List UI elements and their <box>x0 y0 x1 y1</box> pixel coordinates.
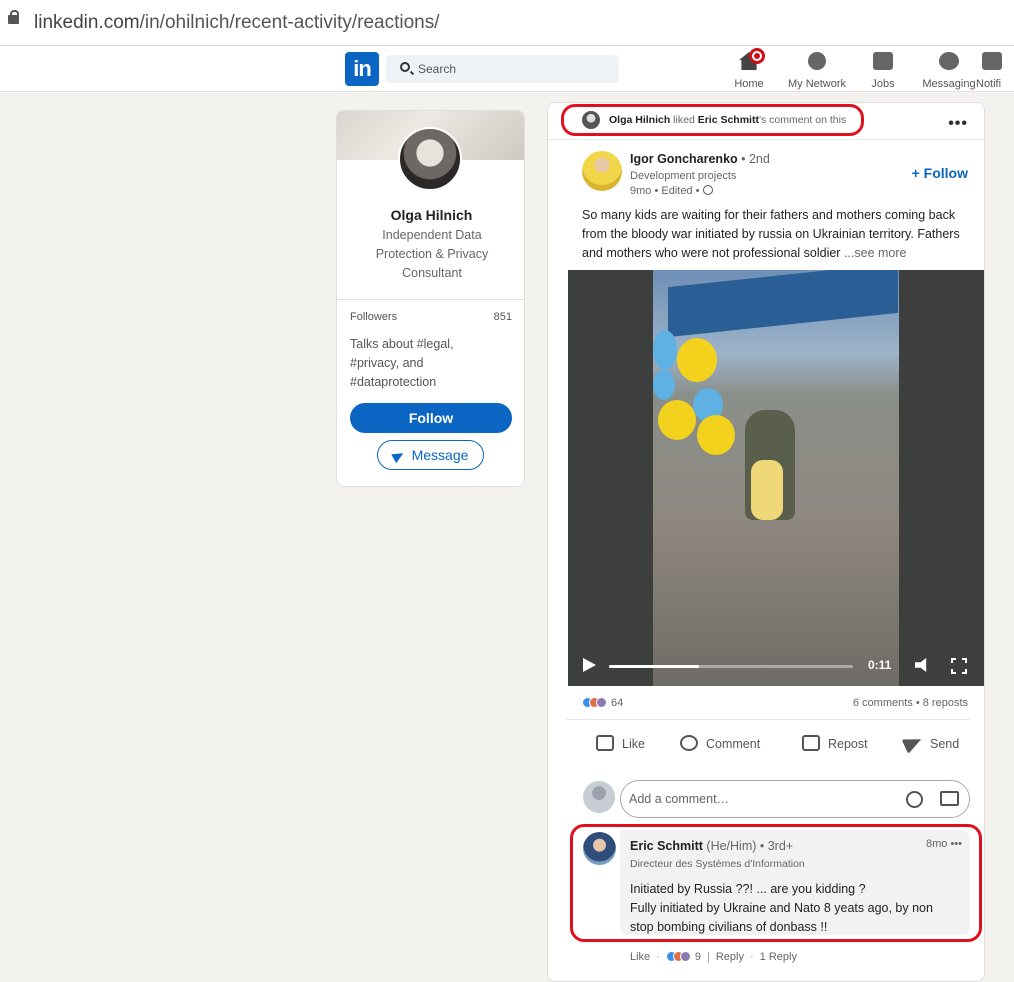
network-icon <box>808 52 826 70</box>
nav-jobs[interactable]: Jobs <box>848 50 918 92</box>
search-input[interactable]: Search <box>386 55 619 83</box>
talks-about: Talks about #legal, #privacy, and #datap… <box>350 337 454 389</box>
repost-label: Repost <box>828 737 868 751</box>
balloon-shape <box>677 338 717 382</box>
post-video[interactable]: 0:11 <box>568 270 984 686</box>
comment-icon <box>680 735 698 751</box>
thumbs-up-icon <box>596 735 614 751</box>
comment-button[interactable]: Comment <box>680 735 760 751</box>
profile-card: Olga Hilnich Independent Data Protection… <box>336 110 525 487</box>
comment-repost-counts[interactable]: 6 comments • 8 reposts <box>853 697 968 709</box>
top-nav: in Search Home My Network Jobs Messaging… <box>0 46 1014 92</box>
balloon-shape <box>653 370 675 400</box>
video-scene <box>668 270 898 338</box>
balloon-shape <box>658 400 696 440</box>
comment-like-count: 9 <box>694 951 701 963</box>
support-reaction-icon <box>679 951 691 962</box>
comment-label: Comment <box>706 737 761 751</box>
video-controls: 0:11 <box>568 646 984 686</box>
balloon-shape <box>697 415 735 455</box>
nav-jobs-label: Jobs <box>871 78 895 90</box>
browser-url-bar[interactable]: linkedin.com/in/ohilnich/recent-activity… <box>0 0 1014 46</box>
fullscreen-icon[interactable] <box>950 657 968 675</box>
nav-network-label: My Network <box>787 78 847 90</box>
emoji-icon[interactable] <box>906 791 923 808</box>
profile-name[interactable]: Olga Hilnich <box>337 207 524 223</box>
author-subtitle: Development projects <box>630 170 737 182</box>
post-actions: Like Comment Repost Send <box>548 731 984 759</box>
send-label: Send <box>930 737 960 751</box>
repost-icon <box>802 735 820 751</box>
video-frame <box>653 270 899 686</box>
search-placeholder: Search <box>418 62 457 76</box>
play-icon[interactable] <box>583 658 596 672</box>
nav-notifications[interactable]: Notifi <box>976 50 1014 92</box>
send-button[interactable]: Send <box>901 731 960 755</box>
post-author[interactable]: Igor Goncharenko • 2nd <box>630 152 770 166</box>
follow-author-button[interactable]: + Follow <box>912 165 968 181</box>
like-label: Like <box>622 737 645 751</box>
nav-home-label: Home <box>734 78 764 90</box>
home-notification-badge <box>749 48 765 64</box>
message-button[interactable]: Message <box>377 440 484 470</box>
profile-avatar[interactable] <box>398 127 462 191</box>
messaging-icon <box>939 52 959 70</box>
lock-icon <box>8 10 19 24</box>
support-reaction-icon <box>596 697 607 708</box>
followers-label: Followers <box>350 311 398 323</box>
search-icon <box>400 62 410 72</box>
mute-icon[interactable] <box>915 658 927 672</box>
post-text: So many kids are waiting for their fathe… <box>582 206 974 263</box>
comment-input[interactable]: Add a comment… <box>620 780 970 818</box>
globe-icon <box>702 185 713 195</box>
send-icon <box>901 731 925 755</box>
url-path: /in/ohilnich/recent-activity/reactions/ <box>139 12 440 33</box>
repost-button[interactable]: Repost <box>802 735 868 751</box>
comment-footer: Like · 9 | Reply · 1 Reply <box>630 951 797 963</box>
video-progress-fill <box>609 665 700 668</box>
comment-reply-button[interactable]: Reply <box>716 951 744 963</box>
divider <box>548 139 984 140</box>
comment-placeholder: Add a comment… <box>629 792 730 806</box>
comment-like-button[interactable]: Like <box>630 951 650 963</box>
reaction-summary[interactable]: 64 <box>582 697 623 709</box>
author-name: Igor Goncharenko <box>630 152 738 166</box>
video-child <box>751 460 783 520</box>
author-avatar[interactable] <box>582 151 622 191</box>
image-icon[interactable] <box>940 791 959 806</box>
post-time: 9mo • Edited • <box>630 185 703 197</box>
followers-count: 851 <box>493 311 512 323</box>
jobs-icon <box>873 52 893 70</box>
balloon-shape <box>653 330 677 370</box>
url-host: linkedin.com <box>34 12 140 33</box>
post-meta: 9mo • Edited • <box>630 185 713 197</box>
comment-replies-link[interactable]: 1 Reply <box>760 951 797 963</box>
nav-messaging[interactable]: Messaging <box>914 50 984 92</box>
profile-headline: Independent Data Protection & Privacy Co… <box>375 228 489 280</box>
message-label: Message <box>411 447 469 463</box>
nav-messaging-label: Messaging <box>922 78 976 90</box>
notifications-icon <box>982 52 1002 70</box>
author-degree: • 2nd <box>737 152 770 166</box>
video-time: 0:11 <box>868 658 892 672</box>
video-progress[interactable] <box>609 665 853 668</box>
reaction-count: 64 <box>611 697 624 709</box>
like-button[interactable]: Like <box>596 735 645 751</box>
profile-divider <box>337 299 524 300</box>
see-more-link[interactable]: ...see more <box>844 246 907 260</box>
linkedin-logo[interactable]: in <box>345 52 379 86</box>
divider <box>566 719 970 720</box>
more-options-icon[interactable]: ••• <box>948 115 968 133</box>
current-user-avatar <box>583 781 615 813</box>
url-text[interactable]: linkedin.com/in/ohilnich/recent-activity… <box>34 12 440 34</box>
highlight-annotation <box>561 104 864 136</box>
send-icon <box>390 448 406 464</box>
nav-notifications-label: Notifi <box>976 78 1002 90</box>
highlight-annotation <box>570 824 982 942</box>
follow-button[interactable]: Follow <box>350 403 512 433</box>
nav-my-network[interactable]: My Network <box>782 50 852 92</box>
activity-post-card: Olga Hilnich liked Eric Schmitt's commen… <box>547 102 985 982</box>
